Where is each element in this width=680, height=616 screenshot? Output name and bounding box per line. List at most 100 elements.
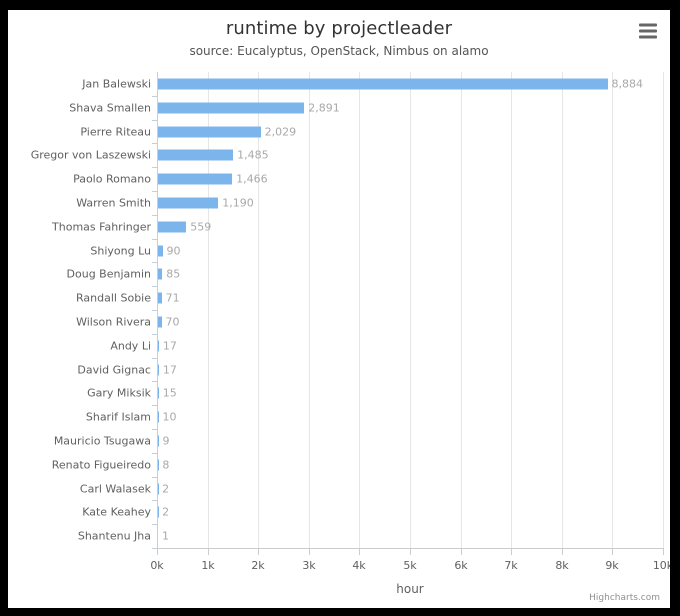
plot-area: 8,884 2,891 2,029 1,485 1,466 1,190 559 90 85 71 7… — [157, 72, 664, 548]
y-axis-tick — [152, 452, 157, 454]
y-axis-category-label: Paolo Romano — [73, 172, 151, 186]
y-axis-tick — [152, 238, 157, 240]
x-axis-tick-label: 7k — [504, 559, 518, 572]
bar[interactable] — [158, 78, 608, 90]
y-axis-category-label: Pierre Riteau — [80, 125, 151, 138]
gridline — [309, 72, 310, 548]
x-axis-tick-label: 0k — [150, 559, 164, 572]
chart-subtitle: source: Eucalyptus, OpenStack, Nimbus on… — [189, 44, 489, 58]
y-axis-tick — [152, 191, 157, 192]
x-axis-tick-label: 5k — [403, 559, 417, 572]
chart-container: runtime by projectleader source: Eucalyp… — [8, 10, 670, 608]
hamburger-line — [639, 29, 657, 33]
y-axis-labels: Jan Balewski Shava Smallen Pierre Riteau Gr… — [14, 72, 151, 548]
bar[interactable] — [158, 102, 305, 114]
y-axis-tick — [152, 500, 157, 502]
x-axis-tick — [562, 549, 563, 555]
bar[interactable] — [158, 387, 159, 399]
bar-value-label: 8,884 — [611, 77, 644, 91]
bar[interactable] — [158, 221, 187, 233]
gridline — [359, 72, 360, 548]
bar-value-label: 85 — [166, 267, 181, 281]
y-axis-tick — [152, 143, 157, 145]
y-axis-category-label: Renato Figueiredo — [51, 458, 151, 472]
y-axis-tick — [152, 310, 157, 311]
x-axis-tick-label: 6k — [454, 559, 468, 572]
y-axis-category-label: David Gignac — [77, 363, 151, 376]
y-axis-category-label: Shantenu Jha — [77, 529, 151, 543]
y-axis-category-label: Warren Smith — [76, 196, 151, 210]
y-axis-tick — [152, 476, 157, 478]
bar[interactable] — [158, 268, 163, 280]
x-axis-tick — [511, 549, 512, 555]
bar[interactable] — [158, 364, 159, 375]
y-axis-tick — [152, 548, 157, 549]
x-axis-tick — [612, 549, 613, 555]
y-axis-category-label: Wilson Rivera — [76, 315, 151, 329]
bar-value-label: 17 — [162, 363, 177, 376]
x-axis-tick — [359, 549, 360, 555]
hamburger-menu-icon[interactable] — [636, 21, 660, 43]
bar-value-label: 71 — [165, 291, 180, 305]
y-axis-tick — [152, 357, 157, 359]
bar[interactable] — [158, 126, 261, 137]
bar-value-label: 2,029 — [264, 125, 297, 138]
bar-value-label: 2 — [162, 482, 170, 495]
credits-link[interactable]: Highcharts.com — [589, 593, 660, 603]
y-axis-category-label: Mauricio Tsugawa — [53, 434, 151, 448]
bar-value-label: 10 — [162, 410, 177, 424]
y-axis-category-label: Kate Keahey — [82, 505, 151, 519]
y-axis-tick — [152, 286, 157, 288]
bar-value-label: 90 — [166, 244, 181, 257]
gridline — [663, 72, 664, 548]
bar-value-label: 1,190 — [222, 196, 254, 210]
gridline — [612, 72, 613, 548]
y-axis-category-label: Andy Li — [110, 339, 151, 353]
x-axis-tick-label: 4k — [352, 559, 366, 572]
x-axis-title: hour — [396, 582, 424, 596]
y-axis-category-label: Sharif Islam — [85, 410, 151, 424]
y-axis-tick — [152, 405, 157, 407]
x-axis-tick — [258, 549, 259, 555]
y-axis-category-label: Carl Walasek — [79, 482, 151, 495]
bar[interactable] — [158, 411, 159, 423]
x-axis-tick — [309, 549, 310, 555]
bar[interactable] — [158, 149, 234, 161]
y-axis-category-label: Doug Benjamin — [66, 267, 151, 281]
bar-value-label: 1,466 — [236, 172, 268, 186]
bar-value-label: 559 — [190, 220, 212, 234]
bar[interactable] — [158, 173, 233, 185]
y-axis-line — [157, 72, 158, 549]
gridline — [562, 72, 563, 548]
bar-value-label: 15 — [162, 386, 177, 400]
x-axis-tick-label: 8k — [555, 559, 569, 572]
x-axis-tick — [157, 549, 158, 555]
bar-value-label: 70 — [165, 315, 180, 329]
gridline — [511, 72, 512, 548]
gridline — [461, 72, 462, 548]
x-axis-tick-label: 3k — [302, 559, 316, 572]
bar[interactable] — [158, 292, 162, 304]
bar-value-label: 17 — [162, 339, 177, 353]
x-axis-tick-label: 1k — [201, 559, 215, 572]
y-axis-category-label: Thomas Fahringer — [52, 220, 151, 234]
y-axis-tick — [152, 95, 157, 97]
x-axis-tick — [461, 549, 462, 555]
gridline — [208, 72, 209, 548]
x-axis-tick-label: 10k — [652, 559, 670, 572]
bar-value-label: 8 — [162, 458, 170, 472]
y-axis-category-label: Gregor von Laszewski — [30, 148, 151, 162]
y-axis-category-label: Shiyong Lu — [90, 244, 151, 257]
y-axis-tick — [152, 214, 157, 216]
y-axis-category-label: Shava Smallen — [69, 101, 151, 115]
bar[interactable] — [158, 245, 163, 256]
y-axis-tick — [152, 333, 157, 335]
y-axis-category-label: Randall Sobie — [76, 291, 151, 305]
bar[interactable] — [158, 340, 159, 352]
chart-title: runtime by projectleader — [225, 18, 453, 39]
y-axis-tick — [152, 167, 157, 169]
y-axis-tick — [152, 262, 157, 264]
y-axis-tick — [152, 429, 157, 430]
bar[interactable] — [158, 197, 219, 209]
bar[interactable] — [158, 316, 162, 328]
